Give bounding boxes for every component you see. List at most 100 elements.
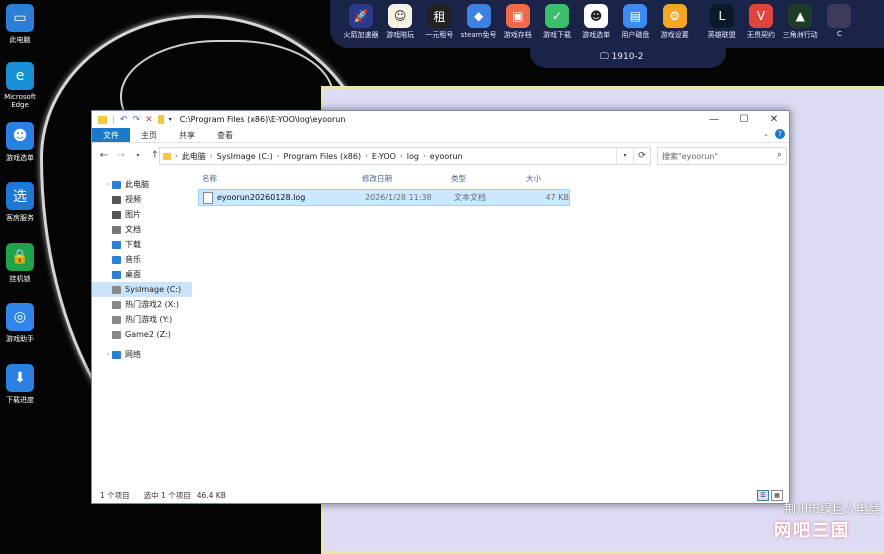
location-icon xyxy=(112,225,121,234)
details-view-icon[interactable]: ☰ xyxy=(757,490,769,501)
tab-file[interactable]: 文件 xyxy=(92,128,130,142)
shortcut-icon: ☻ xyxy=(6,122,34,150)
breadcrumb-e-yoo[interactable]: E-YOO xyxy=(372,152,396,161)
search-placeholder: 搜索"eyoorun" xyxy=(662,151,719,161)
nav-item[interactable]: 图片 xyxy=(92,207,192,222)
breadcrumb-program-files[interactable]: Program Files (x86) xyxy=(284,152,362,161)
title-bar[interactable]: | ↶ ↷ ✕ ▾ C:\Program Files (x86)\E-YOO\l… xyxy=(92,111,789,128)
nav-item[interactable]: 下载 xyxy=(92,237,192,252)
nav-item[interactable]: › 网络 xyxy=(92,347,192,362)
location-icon xyxy=(112,255,121,264)
recent-locations-icon[interactable]: ▾ xyxy=(132,152,144,159)
shortcut-icon: 🔒 xyxy=(6,243,34,271)
tab-view[interactable]: 查看 xyxy=(206,128,244,142)
launcher-item-label: C xyxy=(836,30,842,38)
tab-home[interactable]: 主页 xyxy=(130,128,168,142)
breadcrumb-eyoorun[interactable]: eyoorun xyxy=(430,152,463,161)
shortcut-label: 客房服务 xyxy=(6,214,34,222)
nav-item[interactable]: › 此电脑 xyxy=(92,177,192,192)
nav-item-label: 文档 xyxy=(125,225,141,234)
column-date[interactable]: 修改日期 xyxy=(362,173,451,184)
shortcut-icon: ⬇ xyxy=(6,364,34,392)
chevron-right-icon[interactable]: › xyxy=(423,152,426,160)
desktop-shortcut[interactable]: ☻ 游戏选单 xyxy=(0,122,40,163)
nav-item[interactable]: 热门游戏 (Y:) xyxy=(92,312,192,327)
forward-icon[interactable]: → xyxy=(115,150,127,161)
breadcrumb-drive[interactable]: SysImage (C:) xyxy=(217,152,273,161)
nav-item[interactable]: 音乐 xyxy=(92,252,192,267)
app-icon: ✓ xyxy=(545,4,569,28)
search-icon[interactable]: ⌕ xyxy=(777,150,782,160)
location-icon xyxy=(112,315,121,324)
help-icon[interactable]: ? xyxy=(775,129,785,139)
chevron-right-icon[interactable]: › xyxy=(277,152,280,160)
nav-item-label: SysImage (C:) xyxy=(125,285,182,294)
desktop-shortcut[interactable]: ▭ 此电脑 xyxy=(0,4,40,45)
item-count: 1 个项目 xyxy=(100,490,130,500)
breadcrumb-log[interactable]: log xyxy=(407,152,419,161)
nav-item[interactable]: 文档 xyxy=(92,222,192,237)
desktop-shortcut[interactable]: ◎ 游戏助手 xyxy=(0,303,40,344)
shortcut-label: 下载进度 xyxy=(6,396,34,404)
launcher-item[interactable]: C xyxy=(816,4,862,38)
nav-item[interactable]: 热门游戏2 (X:) xyxy=(92,297,192,312)
location-icon xyxy=(112,210,121,219)
window-title: C:\Program Files (x86)\E-YOO\log\eyoorun xyxy=(179,115,346,124)
nav-item-label: 桌面 xyxy=(125,270,141,279)
desktop-shortcut[interactable]: ⬇ 下载进度 xyxy=(0,364,40,405)
new-folder-icon[interactable] xyxy=(157,115,164,124)
folder-icon xyxy=(163,152,171,160)
nav-item[interactable]: SysImage (C:) xyxy=(92,282,192,297)
nav-item[interactable]: 视频 xyxy=(92,192,192,207)
column-size[interactable]: 大小 xyxy=(526,173,566,184)
selected-count: 选中 1 个项目 xyxy=(143,490,191,500)
column-name[interactable]: 名称 xyxy=(198,173,362,184)
nav-item[interactable]: Game2 (Z:) xyxy=(92,327,192,342)
quick-access-toolbar: | ↶ ↷ ✕ ▾ xyxy=(98,115,172,125)
app-icon: ☺ xyxy=(388,4,413,28)
nav-item-label: 图片 xyxy=(125,210,141,219)
file-explorer-window[interactable]: | ↶ ↷ ✕ ▾ C:\Program Files (x86)\E-YOO\l… xyxy=(91,110,790,504)
redo-icon[interactable]: ↷ xyxy=(133,115,141,125)
chevron-right-icon[interactable]: › xyxy=(104,181,112,188)
location-icon xyxy=(112,180,121,189)
minimize-button[interactable]: — xyxy=(699,111,729,128)
refresh-icon[interactable]: ⟳ xyxy=(633,148,650,164)
ribbon-tabs: 文件 主页 共享 查看 ⌄ ? xyxy=(92,128,789,143)
location-icon xyxy=(112,270,121,279)
chevron-right-icon[interactable]: › xyxy=(365,152,368,160)
address-dropdown-icon[interactable]: ▾ xyxy=(616,148,633,164)
shortcut-label: 游戏助手 xyxy=(6,335,34,343)
undo-icon[interactable]: ↶ xyxy=(120,115,128,125)
desktop-shortcut[interactable]: 选客房服务 xyxy=(0,182,40,223)
shortcut-icon: ◎ xyxy=(6,303,34,331)
expand-ribbon-icon[interactable]: ⌄ xyxy=(763,130,769,138)
chevron-right-icon[interactable]: › xyxy=(400,152,403,160)
column-type[interactable]: 类型 xyxy=(451,173,526,184)
selected-size: 46.4 KB xyxy=(196,490,226,500)
tab-share[interactable]: 共享 xyxy=(168,128,206,142)
delete-icon[interactable]: ✕ xyxy=(145,115,153,125)
customize-toolbar-icon[interactable]: ▾ xyxy=(169,116,172,123)
chevron-right-icon[interactable]: › xyxy=(175,152,178,160)
address-bar[interactable]: › 此电脑 › SysImage (C:) › Program Files (x… xyxy=(159,147,651,165)
close-button[interactable]: ✕ xyxy=(759,111,789,128)
chevron-right-icon[interactable]: › xyxy=(104,351,112,358)
app-icon: ◆ xyxy=(466,4,491,28)
chevron-right-icon[interactable]: › xyxy=(210,152,213,160)
back-icon[interactable]: ← xyxy=(98,150,110,161)
watermark-line-1: 荆州市绿巨人电竞 xyxy=(783,502,880,516)
nav-item[interactable]: 桌面 xyxy=(92,267,192,282)
launcher-item[interactable]: ⚙ 游戏设置 xyxy=(652,4,698,40)
search-input[interactable]: 搜索"eyoorun" ⌕ xyxy=(657,147,787,165)
desktop-shortcut[interactable]: 🔒 挂机锁 xyxy=(0,243,40,284)
location-icon xyxy=(112,300,121,309)
nav-item-label: 热门游戏 (Y:) xyxy=(125,315,173,324)
maximize-button[interactable]: ☐ xyxy=(729,111,759,128)
table-row[interactable]: eyoorun20260128.log 2026/1/28 11:38 文本文档… xyxy=(198,189,570,206)
app-icon: ☻ xyxy=(584,4,609,28)
breadcrumb-this-pc[interactable]: 此电脑 xyxy=(182,151,206,162)
desktop-shortcut[interactable]: e Microsoft Edge xyxy=(0,62,40,109)
app-icon: ▤ xyxy=(623,4,648,28)
shortcut-icon: e xyxy=(6,62,34,90)
